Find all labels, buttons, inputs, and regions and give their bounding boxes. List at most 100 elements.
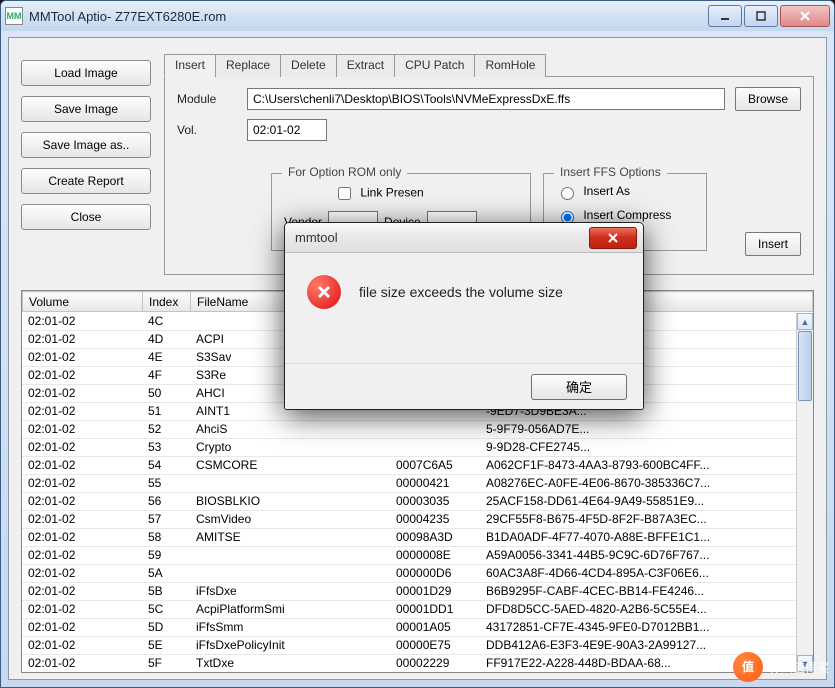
- cell-idx: 4D: [142, 330, 190, 348]
- app-icon: MM: [5, 7, 23, 25]
- tab-delete[interactable]: Delete: [280, 54, 337, 77]
- minimize-button[interactable]: [708, 5, 742, 27]
- cell-idx: 4F: [142, 366, 190, 384]
- table-row[interactable]: 02:01-025CAcpiPlatformSmi00001DD1DFD8D5C…: [22, 600, 813, 618]
- cell-name: CsmVideo: [190, 510, 390, 528]
- table-row[interactable]: 02:01-025DiFfsSmm00001A0543172851-CF7E-4…: [22, 618, 813, 636]
- cell-size: 00000421: [390, 474, 480, 492]
- table-row[interactable]: 02:01-0253Crypto9-9D28-CFE2745...: [22, 438, 813, 456]
- cell-vol: 02:01-02: [22, 402, 142, 420]
- cell-vol: 02:01-02: [22, 348, 142, 366]
- cell-vol: 02:01-02: [22, 636, 142, 654]
- browse-button[interactable]: Browse: [735, 87, 801, 111]
- cell-idx: 54: [142, 456, 190, 474]
- sidebar: Load Image Save Image Save Image as.. Cr…: [21, 60, 151, 230]
- error-icon: [307, 275, 341, 309]
- cell-size: 00001DD1: [390, 600, 480, 618]
- table-row[interactable]: 02:01-0257CsmVideo0000423529CF55F8-B675-…: [22, 510, 813, 528]
- cell-vol: 02:01-02: [22, 366, 142, 384]
- cell-vol: 02:01-02: [22, 384, 142, 402]
- tab-cpupatch[interactable]: CPU Patch: [394, 54, 475, 77]
- cell-guid: 43172851-CF7E-4345-9FE0-D7012BB1...: [480, 618, 813, 636]
- dialog-titlebar: mmtool: [285, 223, 643, 253]
- scroll-thumb[interactable]: [798, 331, 812, 401]
- table-row[interactable]: 02:01-025BiFfsDxe00001D29B6B9295F-CABF-4…: [22, 582, 813, 600]
- scroll-down-icon[interactable]: ▼: [797, 655, 813, 672]
- load-image-button[interactable]: Load Image: [21, 60, 151, 86]
- cell-guid: DDB412A6-E3F3-4E9E-90A3-2A99127...: [480, 636, 813, 654]
- table-row[interactable]: 02:01-0256BIOSBLKIO0000303525ACF158-DD61…: [22, 492, 813, 510]
- cell-vol: 02:01-02: [22, 330, 142, 348]
- cell-idx: 59: [142, 546, 190, 564]
- cell-idx: 55: [142, 474, 190, 492]
- cell-guid: DFD8D5CC-5AED-4820-A2B6-5C55E4...: [480, 600, 813, 618]
- dialog-close-button[interactable]: [589, 227, 637, 249]
- insert-button[interactable]: Insert: [745, 232, 801, 256]
- dialog-ok-button[interactable]: 确定: [531, 374, 627, 400]
- cell-size: 00001A05: [390, 618, 480, 636]
- table-row[interactable]: 02:01-025FTxtDxe00002229FF917E22-A228-44…: [22, 654, 813, 671]
- table-row[interactable]: 02:01-0252AhciS5-9F79-056AD7E...: [22, 420, 813, 438]
- close-window-button[interactable]: Close: [21, 204, 151, 230]
- scroll-up-icon[interactable]: ▲: [797, 313, 813, 330]
- cell-idx: 57: [142, 510, 190, 528]
- col-index[interactable]: Index: [143, 292, 191, 312]
- table-row[interactable]: 02:01-02590000008EA59A0056-3341-44B5-9C9…: [22, 546, 813, 564]
- cell-guid: 60AC3A8F-4D66-4CD4-895A-C3F06E6...: [480, 564, 813, 582]
- cell-name: AMITSE: [190, 528, 390, 546]
- cell-idx: 5A: [142, 564, 190, 582]
- cell-guid: FF917E22-A228-448D-BDAA-68...: [480, 654, 813, 671]
- cell-size: 00004235: [390, 510, 480, 528]
- table-row[interactable]: 02:01-025A 000000D660AC3A8F-4D66-4CD4-895…: [22, 564, 813, 582]
- cell-size: 00003035: [390, 492, 480, 510]
- cell-idx: 5C: [142, 600, 190, 618]
- cell-guid: 29CF55F8-B675-4F5D-8F2F-B87A3EC...: [480, 510, 813, 528]
- save-image-as-button[interactable]: Save Image as..: [21, 132, 151, 158]
- cell-size: 00098A3D: [390, 528, 480, 546]
- cell-idx: 51: [142, 402, 190, 420]
- cell-idx: 5E: [142, 636, 190, 654]
- link-present-checkbox[interactable]: [338, 187, 351, 200]
- tab-romhole[interactable]: RomHole: [474, 54, 546, 77]
- cell-idx: 5D: [142, 618, 190, 636]
- table-row[interactable]: 02:01-0254CSMCORE0007C6A5A062CF1F-8473-4…: [22, 456, 813, 474]
- tab-strip: Insert Replace Delete Extract CPU Patch …: [164, 53, 814, 77]
- module-path-input[interactable]: [247, 88, 725, 110]
- cell-vol: 02:01-02: [22, 312, 142, 330]
- close-button[interactable]: [780, 5, 830, 27]
- cell-name: Crypto: [190, 438, 390, 456]
- cell-vol: 02:01-02: [22, 564, 142, 582]
- cell-guid: 5-9F79-056AD7E...: [480, 420, 813, 438]
- create-report-button[interactable]: Create Report: [21, 168, 151, 194]
- cell-vol: 02:01-02: [22, 456, 142, 474]
- cell-guid: A062CF1F-8473-4AA3-8793-600BC4FF...: [480, 456, 813, 474]
- cell-vol: 02:01-02: [22, 492, 142, 510]
- table-row[interactable]: 02:01-0258AMITSE00098A3DB1DA0ADF-4F77-40…: [22, 528, 813, 546]
- save-image-button[interactable]: Save Image: [21, 96, 151, 122]
- table-row[interactable]: 02:01-025500000421A08276EC-A0FE-4E06-867…: [22, 474, 813, 492]
- col-volume[interactable]: Volume: [23, 292, 143, 312]
- cell-size: [390, 438, 480, 456]
- table-scrollbar[interactable]: ▲ ▼: [796, 313, 813, 672]
- cell-idx: 56: [142, 492, 190, 510]
- cell-size: 000000D6: [390, 564, 480, 582]
- cell-name: BIOSBLKIO: [190, 492, 390, 510]
- cell-name: iFfsDxePolicyInit: [190, 636, 390, 654]
- cell-idx: 5B: [142, 582, 190, 600]
- maximize-button[interactable]: [744, 5, 778, 27]
- cell-vol: 02:01-02: [22, 546, 142, 564]
- cell-vol: 02:01-02: [22, 420, 142, 438]
- cell-idx: 50: [142, 384, 190, 402]
- cell-name: AhciS: [190, 420, 390, 438]
- table-row[interactable]: 02:01-025EiFfsDxePolicyInit00000E75DDB41…: [22, 636, 813, 654]
- vol-input[interactable]: [247, 119, 327, 141]
- tab-insert[interactable]: Insert: [164, 54, 216, 77]
- cell-idx: 58: [142, 528, 190, 546]
- tab-extract[interactable]: Extract: [336, 54, 395, 77]
- tab-replace[interactable]: Replace: [215, 54, 281, 77]
- window-title: MMTool Aptio- Z77EXT6280E.rom: [29, 9, 708, 24]
- insert-as-radio[interactable]: [561, 187, 574, 200]
- cell-name: TxtDxe: [190, 654, 390, 671]
- cell-name: iFfsSmm: [190, 618, 390, 636]
- cell-guid: B6B9295F-CABF-4CEC-BB14-FE4246...: [480, 582, 813, 600]
